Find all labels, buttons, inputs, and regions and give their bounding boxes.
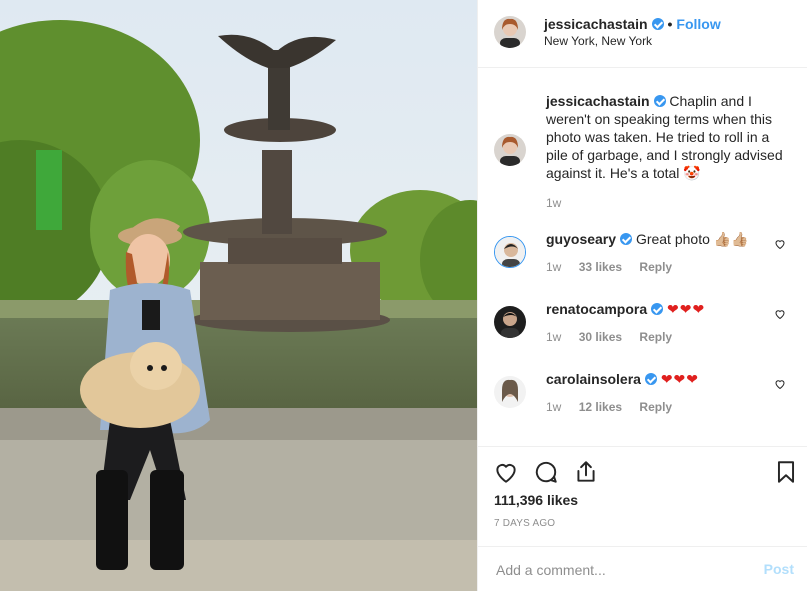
- comment-time[interactable]: 1w: [546, 330, 561, 344]
- thumbs-up-emoji: 👍🏼👍🏼: [713, 232, 749, 248]
- comment-time[interactable]: 1w: [546, 400, 561, 414]
- comments-list[interactable]: jessicachastain Chaplin and I weren't on…: [478, 68, 807, 446]
- caption-time[interactable]: 1w: [546, 196, 561, 210]
- heart-icon[interactable]: [493, 459, 519, 485]
- post-comment-button[interactable]: Post: [764, 561, 794, 577]
- post-location[interactable]: New York, New York: [544, 34, 652, 48]
- commenter-username[interactable]: guyoseary: [546, 231, 616, 247]
- comment-text-block: renatocampora ❤❤❤: [546, 300, 786, 319]
- verified-badge-icon: [651, 303, 664, 315]
- verified-badge-icon: [644, 373, 657, 385]
- comment-meta: 1w 33 likes Reply: [546, 260, 686, 274]
- comment-likes[interactable]: 12 likes: [579, 400, 622, 414]
- commenter-avatar[interactable]: [494, 376, 526, 408]
- hearts-emoji: ❤❤❤: [667, 302, 706, 318]
- commenter-username[interactable]: renatocampora: [546, 301, 647, 317]
- instagram-post: jessicachastain • Follow New York, New Yor…: [0, 0, 807, 591]
- caption-username[interactable]: jessicachastain: [546, 93, 650, 109]
- caption-meta: 1w: [546, 196, 575, 210]
- reply-button[interactable]: Reply: [639, 260, 672, 274]
- comment-meta: 1w 30 likes Reply: [546, 330, 686, 344]
- post-photo[interactable]: [0, 0, 477, 591]
- caption-avatar[interactable]: [494, 134, 526, 166]
- comment-like-heart-icon[interactable]: [774, 238, 786, 250]
- comment-text-block: guyoseary Great photo 👍🏼👍🏼: [546, 230, 786, 249]
- comment-text: Great photo: [635, 231, 710, 247]
- clown-emoji: 🤡: [683, 166, 701, 182]
- comment-icon[interactable]: [533, 459, 559, 485]
- hearts-emoji: ❤❤❤: [660, 372, 700, 388]
- comment-text-block: carolainsolera ❤❤❤: [546, 370, 786, 389]
- post-header: jessicachastain • Follow New York, New Yor…: [478, 0, 807, 68]
- comment-like-heart-icon[interactable]: [774, 308, 786, 320]
- post-timestamp[interactable]: 7 DAYS AGO: [494, 518, 555, 529]
- comment-like-heart-icon[interactable]: [774, 378, 786, 390]
- commenter-avatar[interactable]: [494, 236, 526, 268]
- follow-button[interactable]: Follow: [676, 16, 720, 32]
- comment-likes[interactable]: 30 likes: [579, 330, 622, 344]
- post-side-panel: jessicachastain • Follow New York, New Yor…: [477, 0, 807, 591]
- separator-dot: •: [667, 16, 673, 32]
- like-count[interactable]: 111,396 likes: [494, 492, 578, 508]
- reply-button[interactable]: Reply: [639, 330, 672, 344]
- comment-input[interactable]: [494, 559, 748, 581]
- commenter-username[interactable]: carolainsolera: [546, 371, 641, 387]
- author-line: jessicachastain • Follow: [544, 16, 721, 32]
- reply-button[interactable]: Reply: [639, 400, 672, 414]
- share-icon[interactable]: [573, 459, 599, 485]
- author-username[interactable]: jessicachastain: [544, 16, 648, 32]
- post-actions: 111,396 likes 7 DAYS AGO: [478, 446, 807, 546]
- comment-likes[interactable]: 33 likes: [579, 260, 622, 274]
- verified-badge-icon: [653, 95, 666, 107]
- author-avatar[interactable]: [494, 16, 526, 48]
- add-comment-bar: Post: [478, 546, 807, 591]
- comment-time[interactable]: 1w: [546, 260, 561, 274]
- bookmark-icon[interactable]: [773, 459, 799, 485]
- verified-badge-icon: [620, 233, 633, 245]
- caption-text-block: jessicachastain Chaplin and I weren't on…: [546, 92, 786, 183]
- verified-badge-icon: [651, 18, 664, 30]
- comment-meta: 1w 12 likes Reply: [546, 400, 686, 414]
- commenter-avatar[interactable]: [494, 306, 526, 338]
